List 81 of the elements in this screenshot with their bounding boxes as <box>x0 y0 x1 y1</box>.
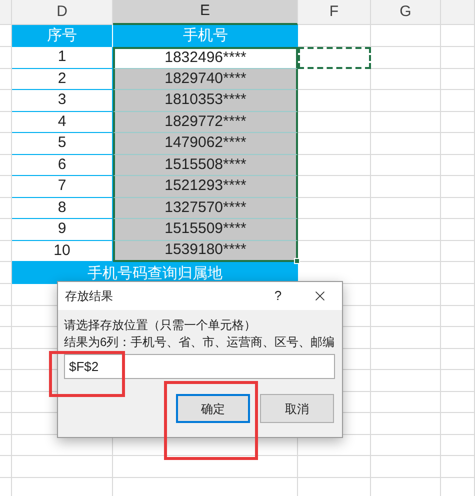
empty-cell <box>371 370 441 392</box>
empty-cell <box>371 240 441 262</box>
empty-cell <box>371 392 441 413</box>
empty-cell <box>0 112 12 133</box>
empty-cell <box>371 219 441 240</box>
table-cell: 1829740**** <box>113 68 298 90</box>
empty-cell <box>441 240 475 262</box>
empty-cell <box>0 154 12 176</box>
empty-cell <box>371 306 441 327</box>
table-cell: 1479062**** <box>113 133 298 154</box>
result-note: 结果为6列：手机号、省、市、运营商、区号、邮编 <box>64 334 336 351</box>
empty-cell <box>371 133 441 154</box>
empty-cell <box>371 154 441 176</box>
empty-cell <box>0 90 12 112</box>
table-cell: 1515509**** <box>113 219 298 240</box>
empty-cell <box>371 176 441 198</box>
column-header[interactable]: G <box>371 0 441 25</box>
empty-cell <box>441 112 475 133</box>
empty-cell <box>371 90 441 112</box>
empty-cell <box>441 47 475 68</box>
empty-cell <box>0 434 12 456</box>
empty-cell <box>0 133 12 154</box>
empty-cell <box>371 25 441 47</box>
empty-cell <box>0 348 12 370</box>
column-header[interactable]: F <box>298 0 371 25</box>
empty-cell <box>371 262 441 284</box>
empty-cell <box>441 198 475 219</box>
empty-cell <box>371 112 441 133</box>
corner-header <box>0 0 12 25</box>
fill-handle[interactable] <box>294 258 300 264</box>
table-cell: 1829772**** <box>113 112 298 133</box>
empty-cell <box>371 68 441 90</box>
empty-cell <box>0 47 12 68</box>
empty-cell <box>0 240 12 262</box>
header-cell: 序号 <box>12 25 113 47</box>
prompt-text: 请选择存放位置（只需一个单元格） <box>64 317 257 334</box>
empty-cell <box>441 68 475 90</box>
empty-cell <box>0 68 12 90</box>
empty-cell <box>0 176 12 198</box>
empty-cell <box>0 219 12 240</box>
table-cell: 1539180**** <box>113 240 298 262</box>
empty-cell <box>441 284 475 306</box>
dialog-title: 存放结果 <box>65 288 114 305</box>
dialog-button[interactable]: 确定 <box>176 394 250 423</box>
dialog-button[interactable]: 取消 <box>260 394 334 423</box>
column-header[interactable]: E <box>113 0 298 25</box>
empty-cell <box>371 434 441 456</box>
empty-cell <box>441 306 475 327</box>
table-cell: 1521293**** <box>113 176 298 198</box>
empty-cell <box>441 25 475 47</box>
empty-cell <box>371 47 441 68</box>
table-cell: 1515508**** <box>113 154 298 176</box>
empty-cell <box>441 327 475 348</box>
empty-cell <box>441 456 475 478</box>
empty-cell <box>371 456 441 478</box>
empty-cell <box>441 262 475 284</box>
empty-cell <box>371 327 441 348</box>
empty-cell <box>371 348 441 370</box>
empty-cell <box>441 176 475 198</box>
location-field[interactable]: $F$2 <box>64 354 335 379</box>
empty-cell <box>0 198 12 219</box>
empty-cell <box>441 348 475 370</box>
header-cell: 手机号 <box>113 25 298 47</box>
empty-cell <box>441 154 475 176</box>
empty-cell <box>441 219 475 240</box>
empty-cell <box>0 306 12 327</box>
empty-cell <box>441 413 475 434</box>
table-cell: 1810353**** <box>113 90 298 112</box>
help-button[interactable]: ? <box>258 282 298 310</box>
empty-cell <box>441 133 475 154</box>
empty-cell <box>371 413 441 434</box>
empty-cell <box>441 90 475 112</box>
table-cell: 1327570**** <box>113 198 298 219</box>
table-cell: 1832496**** <box>113 47 298 68</box>
empty-cell <box>0 456 12 478</box>
empty-cell <box>441 434 475 456</box>
empty-cell <box>371 198 441 219</box>
empty-cell <box>0 392 12 413</box>
empty-cell <box>441 370 475 392</box>
empty-cell <box>441 392 475 413</box>
empty-cell <box>371 284 441 306</box>
